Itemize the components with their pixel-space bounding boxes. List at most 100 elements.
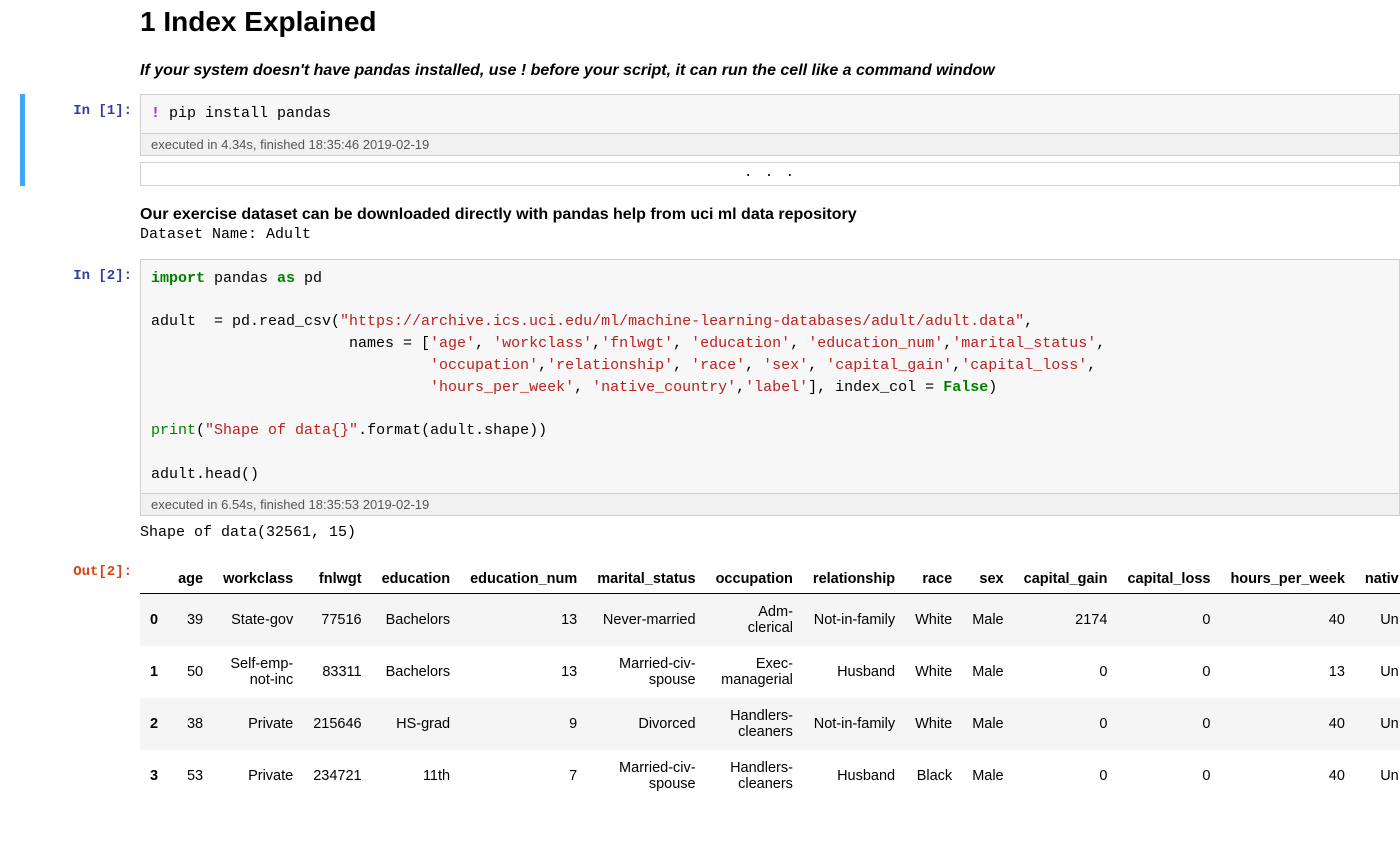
column-header: marital_status	[587, 565, 705, 594]
code-t: .format(adult.shape))	[358, 422, 547, 439]
column-header: education	[372, 565, 460, 594]
str-col: 'education_num'	[808, 335, 943, 352]
table-cell: 40	[1220, 698, 1354, 750]
table-cell: Un	[1355, 698, 1400, 750]
code-t: adult = pd.read_csv(	[151, 313, 340, 330]
input-prompt-2: In [2]:	[25, 259, 140, 284]
table-cell: 13	[460, 646, 587, 698]
table-cell: Private	[213, 750, 303, 802]
row-index: 3	[140, 750, 168, 802]
table-cell: Un	[1355, 750, 1400, 802]
code-t: ,	[475, 335, 493, 352]
str-col: 'age'	[430, 335, 475, 352]
table-cell: 0	[1014, 750, 1118, 802]
table-cell: Not-in-family	[803, 594, 905, 647]
table-cell: Un	[1355, 594, 1400, 647]
table-cell: 215646	[303, 698, 371, 750]
code-t: names = [	[151, 335, 430, 352]
notebook-container: 1 Index Explained If your system doesn't…	[0, 6, 1400, 802]
cell-body-1: ! pip install pandas executed in 4.34s, …	[140, 94, 1400, 186]
table-cell: Self-emp-not-inc	[213, 646, 303, 698]
table-cell: 7	[460, 750, 587, 802]
code-t: ,	[790, 335, 808, 352]
table-cell: 83311	[303, 646, 371, 698]
code-t: ,	[538, 357, 547, 374]
dataframe-table: ageworkclassfnlwgteducationeducation_num…	[140, 565, 1400, 802]
dataframe-wrap: ageworkclassfnlwgteducationeducation_num…	[140, 565, 1400, 802]
code-t: pd	[295, 270, 322, 287]
str-col: 'race'	[691, 357, 745, 374]
dataset-note: Our exercise dataset can be downloaded d…	[140, 206, 1400, 224]
table-cell: 0	[1014, 698, 1118, 750]
collapsed-output-toggle[interactable]: . . .	[140, 162, 1400, 186]
str-fmt: "Shape of data{}"	[205, 422, 358, 439]
table-header-row: ageworkclassfnlwgteducationeducation_num…	[140, 565, 1400, 594]
table-cell: Male	[962, 698, 1013, 750]
code-t: adult.head()	[151, 466, 259, 483]
table-cell: 0	[1117, 646, 1220, 698]
table-cell: 0	[1117, 594, 1220, 647]
exec-info-1: executed in 4.34s, finished 18:35:46 201…	[140, 134, 1400, 156]
table-cell: 234721	[303, 750, 371, 802]
table-cell: Never-married	[587, 594, 705, 647]
str-col: 'workclass'	[493, 335, 592, 352]
row-index: 1	[140, 646, 168, 698]
column-header: age	[168, 565, 213, 594]
str-col: 'sex'	[763, 357, 808, 374]
code-t	[151, 357, 430, 374]
code-input-1[interactable]: ! pip install pandas	[140, 94, 1400, 134]
table-cell: 53	[168, 750, 213, 802]
table-cell: 13	[460, 594, 587, 647]
table-cell: 39	[168, 594, 213, 647]
table-cell: HS-grad	[372, 698, 460, 750]
table-cell: Male	[962, 750, 1013, 802]
code-t: ,	[592, 335, 601, 352]
column-header: race	[905, 565, 962, 594]
code-t: pandas	[205, 270, 277, 287]
table-cell: Husband	[803, 750, 905, 802]
table-cell: White	[905, 646, 962, 698]
cell-body-2: import pandas as pd adult = pd.read_csv(…	[140, 259, 1400, 546]
code-t: ,	[673, 357, 691, 374]
output-cell-2: Out[2]: ageworkclassfnlwgteducationeduca…	[20, 555, 1400, 802]
dataset-name: Dataset Name: Adult	[140, 226, 1400, 243]
code-t: ,	[952, 357, 961, 374]
intro-note: If your system doesn't have pandas insta…	[140, 62, 1400, 80]
output-body-2: ageworkclassfnlwgteducationeducation_num…	[140, 555, 1400, 802]
code-cell-1[interactable]: In [1]: ! pip install pandas executed in…	[20, 94, 1400, 186]
code-t: ,	[745, 357, 763, 374]
str-col: 'hours_per_week'	[430, 379, 574, 396]
kw-as: as	[277, 270, 295, 287]
str-col: 'marital_status'	[952, 335, 1096, 352]
str-col: 'education'	[691, 335, 790, 352]
table-cell: Exec-managerial	[706, 646, 803, 698]
table-cell: 50	[168, 646, 213, 698]
code-t: (	[196, 422, 205, 439]
code-cell-2[interactable]: In [2]: import pandas as pd adult = pd.r…	[20, 259, 1400, 546]
table-cell: Un	[1355, 646, 1400, 698]
table-cell: Bachelors	[372, 594, 460, 647]
table-cell: 9	[460, 698, 587, 750]
table-cell: Married-civ-spouse	[587, 750, 705, 802]
code-t: ,	[1024, 313, 1033, 330]
table-cell: Male	[962, 646, 1013, 698]
str-col: 'native_country'	[592, 379, 736, 396]
table-cell: Bachelors	[372, 646, 460, 698]
code-t: ,	[808, 357, 826, 374]
table-cell: 0	[1117, 750, 1220, 802]
str-col: 'capital_loss'	[961, 357, 1087, 374]
table-cell: Adm-clerical	[706, 594, 803, 647]
table-cell: State-gov	[213, 594, 303, 647]
bool-false: False	[943, 379, 988, 396]
str-col: 'relationship'	[547, 357, 673, 374]
code-t: )	[988, 379, 997, 396]
table-row: 039State-gov77516Bachelors13Never-marrie…	[140, 594, 1400, 647]
code-input-2[interactable]: import pandas as pd adult = pd.read_csv(…	[140, 259, 1400, 495]
builtin-print: print	[151, 422, 196, 439]
table-cell: Not-in-family	[803, 698, 905, 750]
table-cell: Handlers-cleaners	[706, 698, 803, 750]
exec-info-2: executed in 6.54s, finished 18:35:53 201…	[140, 494, 1400, 516]
code-t: ,	[1096, 335, 1105, 352]
table-cell: 38	[168, 698, 213, 750]
code-t: ,	[574, 379, 592, 396]
